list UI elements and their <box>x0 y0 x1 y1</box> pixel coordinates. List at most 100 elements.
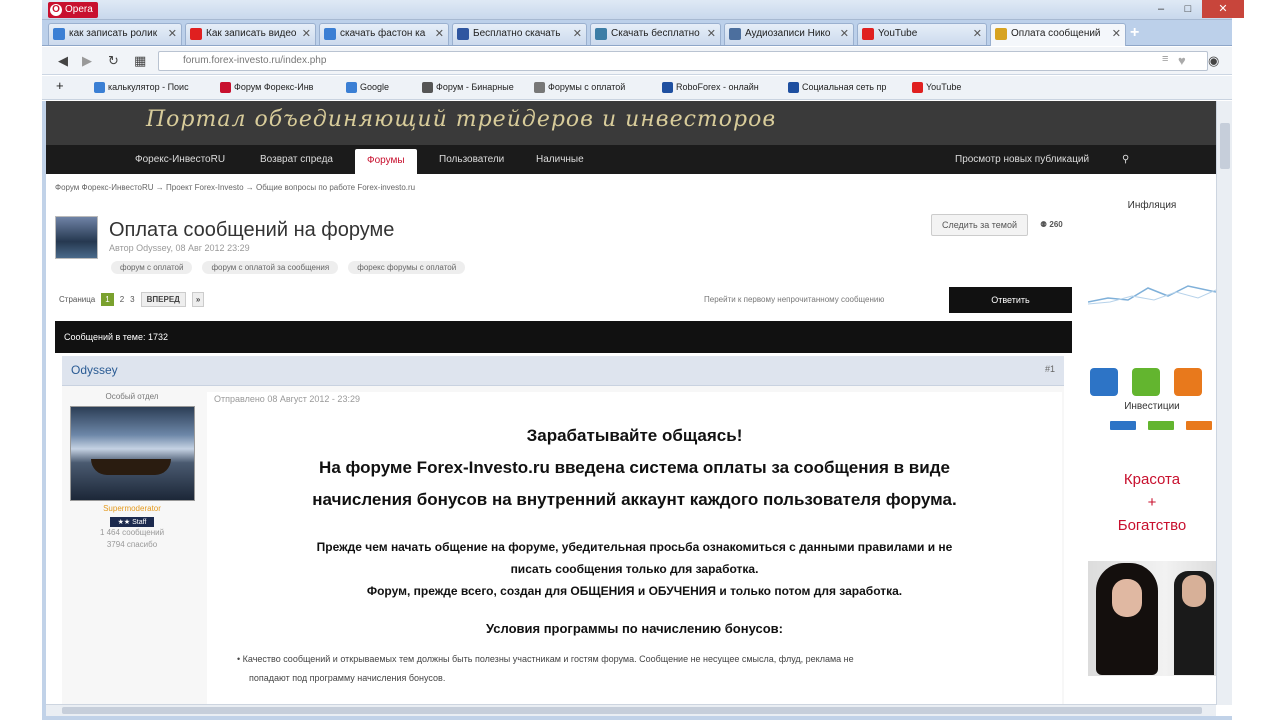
follow-topic-button[interactable]: Следить за темой <box>931 214 1029 236</box>
maximize-button[interactable]: □ <box>1175 0 1201 18</box>
page-1[interactable]: 1 <box>101 293 114 306</box>
bookmark-item[interactable]: Форумы с оплатой <box>534 82 626 93</box>
tab-8[interactable]: Оплата сообщений ✕ <box>990 23 1126 46</box>
tab-3[interactable]: скачать фастон ка ✕ <box>319 23 449 45</box>
post-heading-line2: На форуме Forex-Investo.ru введена систе… <box>319 458 950 477</box>
bookmark-label: Форумы с оплатой <box>548 82 626 92</box>
close-tab-icon[interactable]: ✕ <box>168 24 177 44</box>
window-titlebar: O Opera – □ ✕ <box>42 0 1244 20</box>
investments-label: Инвестиции <box>1124 401 1180 412</box>
tab-5[interactable]: Скачать бесплатно ✕ <box>590 23 721 45</box>
scroll-thumb[interactable] <box>62 707 1202 714</box>
opera-turbo-icon[interactable]: ◉ <box>1208 53 1219 69</box>
post-header: Odyssey #1 <box>62 356 1064 386</box>
tab-7[interactable]: YouTube ✕ <box>857 23 987 45</box>
speed-dial-icon[interactable]: ▦ <box>134 53 146 69</box>
tab-label: YouTube <box>878 28 918 39</box>
menu-new-posts[interactable]: Просмотр новых публикаций <box>955 154 1089 165</box>
close-tab-icon[interactable]: ✕ <box>840 24 849 44</box>
bookmark-item[interactable]: RoboForex - онлайн <box>662 82 759 93</box>
pagination: Страница 1 2 3 ВПЕРЕД » <box>59 292 205 307</box>
web-page: Портал объединяющий трейдеров и инвестор… <box>46 101 1216 705</box>
horizontal-scrollbar[interactable] <box>46 704 1216 716</box>
minimize-button[interactable]: – <box>1148 0 1174 18</box>
user-avatar[interactable] <box>69 406 195 501</box>
opera-menu-button[interactable]: O Opera <box>48 2 98 18</box>
staff-badge: ★★ Staff <box>109 517 155 527</box>
bookmark-item[interactable]: Социальная сеть пр <box>788 82 886 93</box>
reply-button[interactable]: Ответить <box>949 287 1072 313</box>
bookmark-favicon-icon <box>346 82 357 93</box>
scroll-thumb[interactable] <box>1220 123 1230 169</box>
breadcrumb-item[interactable]: Форум Форекс-ИнвестоRU <box>55 183 154 192</box>
back-icon[interactable]: ◀ <box>58 53 68 69</box>
ad-banner[interactable]: Красота + Богатство <box>1088 451 1216 683</box>
topic-area: Оплата сообщений на форуме Автор Odyssey… <box>55 206 1072 705</box>
bookmark-label: калькулятор - Поис <box>108 82 189 92</box>
last-page-button[interactable]: » <box>191 292 205 307</box>
address-bar: ◀ ▶ ↻ ▦ forum.forex-investo.ru/index.php… <box>42 47 1232 75</box>
menu-item-home[interactable]: Форекс-ИнвестоRU <box>135 154 225 165</box>
page-2[interactable]: 2 <box>120 295 124 304</box>
breadcrumb-item[interactable]: Общие вопросы по работе Forex-investo.ru <box>256 183 415 192</box>
tab-favicon-icon <box>595 28 607 40</box>
close-tab-icon[interactable]: ✕ <box>1112 24 1121 44</box>
blue-bar <box>1110 421 1136 430</box>
bookmark-label: Форум - Бинарные <box>436 82 514 92</box>
menu-item-users[interactable]: Пользователи <box>439 154 504 165</box>
author-avatar-small[interactable] <box>55 216 98 259</box>
screen: O Opera – □ ✕ + как записать ролик ✕ Как за… <box>0 0 1280 720</box>
add-bookmark-icon[interactable]: + <box>56 78 64 93</box>
tab-4[interactable]: Бесплатно скачать ✕ <box>452 23 587 45</box>
ad-photo <box>1088 561 1216 676</box>
tab-2[interactable]: Как записать видео ✕ <box>185 23 316 45</box>
menu-item-forums[interactable]: Форумы <box>355 149 417 174</box>
close-tab-icon[interactable]: ✕ <box>435 24 444 44</box>
inflation-chart[interactable] <box>1088 278 1216 318</box>
first-unread-link[interactable]: Перейти к первому непрочитанному сообщен… <box>704 295 884 304</box>
post-count-bar: Сообщений в теме: 1732 <box>55 321 1072 353</box>
bookmark-item[interactable]: Google <box>346 82 389 93</box>
page-3[interactable]: 3 <box>130 295 134 304</box>
close-window-button[interactable]: ✕ <box>1202 0 1244 18</box>
sidebar-ads: Инфляция Инвестиции Красота + Богатство <box>1088 183 1216 705</box>
post-paragraph: писать сообщения только для заработка. <box>510 562 759 576</box>
tab-1[interactable]: как записать ролик ✕ <box>48 23 182 45</box>
menu-item-spread[interactable]: Возврат спреда <box>260 154 333 165</box>
url-field[interactable]: forum.forex-investo.ru/index.php <box>158 51 1208 71</box>
bookmark-item[interactable]: Форум - Бинарные <box>422 82 514 93</box>
close-tab-icon[interactable]: ✕ <box>302 24 311 44</box>
close-tab-icon[interactable]: ✕ <box>707 24 716 44</box>
next-page-button[interactable]: ВПЕРЕД <box>140 292 186 307</box>
window-frame-bottom <box>42 716 1232 720</box>
bookmark-item[interactable]: калькулятор - Поис <box>94 82 189 93</box>
menu-item-cash[interactable]: Наличные <box>536 154 584 165</box>
close-tab-icon[interactable]: ✕ <box>973 24 982 44</box>
post-author[interactable]: Odyssey <box>71 363 118 377</box>
new-tab-button[interactable]: + <box>1130 24 1139 42</box>
vertical-scrollbar[interactable] <box>1216 101 1232 705</box>
bookmark-label: YouTube <box>926 82 962 92</box>
tag[interactable]: форум с оплатой за сообщения <box>202 261 339 274</box>
reader-icon[interactable]: ≡ <box>1162 53 1168 65</box>
green-cube-icon <box>1132 368 1160 396</box>
bookmark-item[interactable]: YouTube <box>912 82 962 93</box>
followers-count: ⚉ 260 <box>1040 220 1063 229</box>
location-pin-icon[interactable]: ⚲ <box>1122 154 1129 165</box>
forward-icon[interactable]: ▶ <box>82 53 92 69</box>
reload-icon[interactable]: ↻ <box>108 53 119 69</box>
opera-logo-icon: O <box>50 4 62 16</box>
tag[interactable]: форум с оплатой <box>111 261 193 274</box>
tab-6[interactable]: Аудиозаписи Нико ✕ <box>724 23 854 45</box>
tab-favicon-icon <box>190 28 202 40</box>
close-tab-icon[interactable]: ✕ <box>573 24 582 44</box>
pages-label: Страница <box>59 295 96 304</box>
app-label: Opera <box>65 4 93 15</box>
tag[interactable]: форекс форумы с оплатой <box>348 261 466 274</box>
bookmark-favicon-icon <box>534 82 545 93</box>
post-number[interactable]: #1 <box>1045 364 1055 374</box>
breadcrumb-item[interactable]: Проект Forex-Investo <box>166 183 243 192</box>
bookmark-item[interactable]: Форум Форекс-Инв <box>220 82 313 93</box>
bookmark-heart-icon[interactable]: ♥ <box>1178 53 1186 68</box>
post-body: Отправлено 08 Август 2012 - 23:29 Зараба… <box>207 392 1062 705</box>
